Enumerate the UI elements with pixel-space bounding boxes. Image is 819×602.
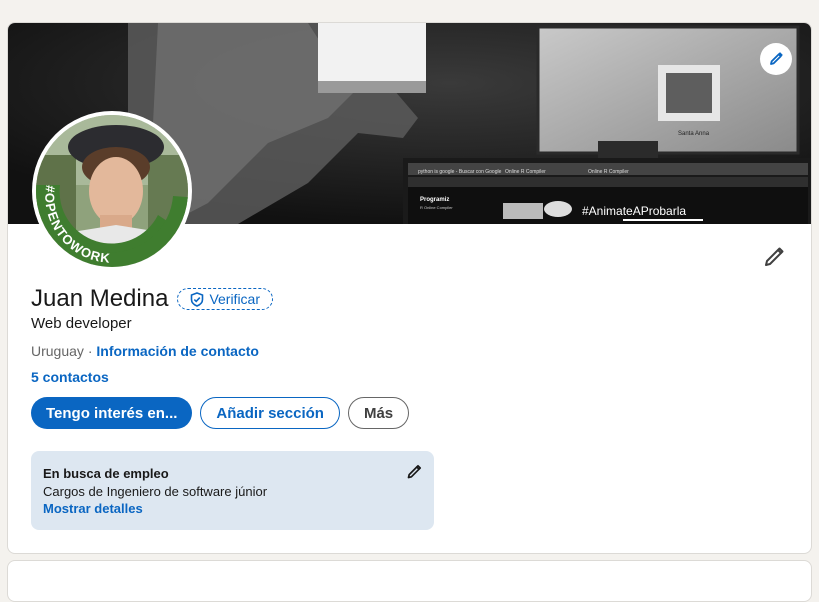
open-to-work-card: En busca de empleo Cargos de Ingeniero d… xyxy=(31,451,434,530)
pencil-icon xyxy=(407,464,422,479)
pencil-icon xyxy=(765,247,784,266)
more-button[interactable]: Más xyxy=(347,397,410,429)
profile-headline: Web developer xyxy=(31,315,132,332)
open-to-button[interactable]: Tengo interés en... xyxy=(31,397,193,429)
open-to-work-edit-button[interactable] xyxy=(404,462,424,482)
open-to-work-description: Cargos de Ingeniero de software júnior xyxy=(43,484,268,499)
verify-button[interactable]: Verificar xyxy=(177,288,274,310)
profile-card: Santa Anna python is google - Buscar con… xyxy=(7,22,812,554)
svg-text:Santa Anna: Santa Anna xyxy=(678,131,710,137)
pencil-icon xyxy=(770,52,783,65)
svg-text:Online R Compiler: Online R Compiler xyxy=(505,169,546,175)
profile-actions: Tengo interés en... Añadir sección Más xyxy=(31,397,410,429)
name-row: Juan Medina Verificar xyxy=(31,284,274,314)
connections-link[interactable]: 5 contactos xyxy=(31,369,109,385)
shield-check-icon xyxy=(191,291,204,307)
verify-label: Verificar xyxy=(209,291,261,307)
banner-edit-button[interactable] xyxy=(760,43,792,75)
svg-text:Online R Compiler: Online R Compiler xyxy=(588,169,629,175)
show-details-link[interactable]: Mostrar detalles xyxy=(43,501,143,516)
location-row: Uruguay · Información de contacto xyxy=(31,343,259,359)
profile-name: Juan Medina xyxy=(31,285,169,312)
contact-info-link[interactable]: Información de contacto xyxy=(96,343,259,359)
svg-text:python is google - Buscar con: python is google - Buscar con Google xyxy=(418,169,502,175)
profile-edit-button[interactable] xyxy=(760,243,788,271)
svg-text:Programiz: Programiz xyxy=(420,197,449,203)
profile-photo[interactable]: #OPENTOWORK xyxy=(32,111,192,271)
open-to-work-title: En busca de empleo xyxy=(43,466,169,481)
avatar: #OPENTOWORK xyxy=(36,115,188,267)
separator: · xyxy=(87,343,93,359)
profile-location: Uruguay xyxy=(31,343,84,359)
svg-text:#AnimateAProbarla: #AnimateAProbarla xyxy=(582,204,686,218)
svg-text:R Online Compiler: R Online Compiler xyxy=(420,205,453,210)
add-section-button[interactable]: Añadir sección xyxy=(200,397,340,429)
next-section-card xyxy=(7,560,812,602)
